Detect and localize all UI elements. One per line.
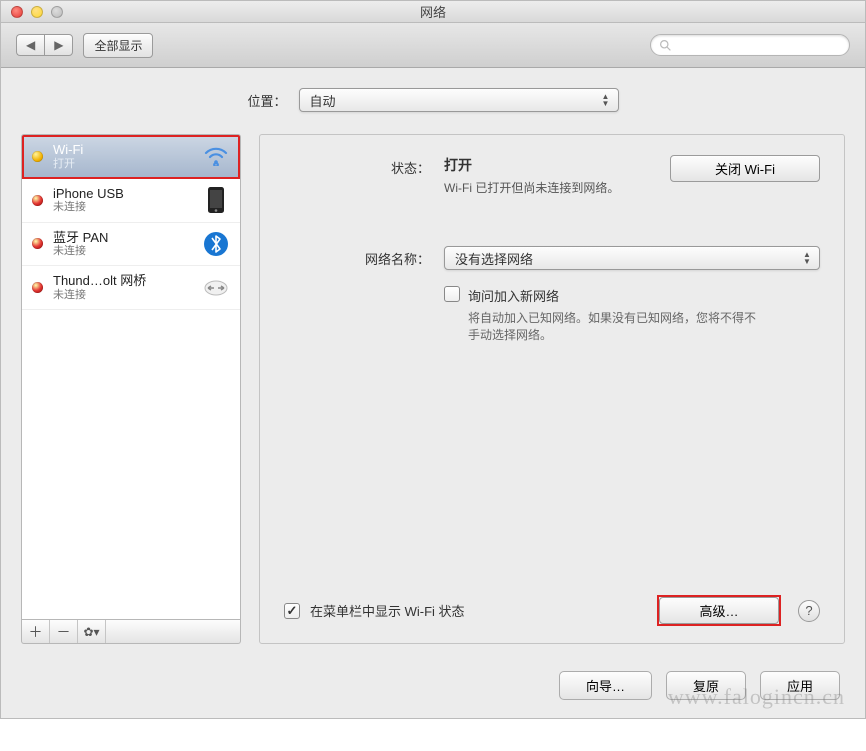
sidebar-item-wifi[interactable]: Wi-Fi 打开 [22, 135, 240, 179]
ask-join-label: 询问加入新网络 [468, 286, 758, 305]
search-input[interactable] [676, 38, 841, 52]
assist-button[interactable]: 向导… [559, 671, 652, 700]
revert-button[interactable]: 复原 [666, 671, 746, 700]
status-label: 状态： [284, 155, 444, 196]
status-value: 打开 [444, 155, 670, 175]
phone-icon [202, 186, 230, 214]
remove-service-button[interactable]: － [50, 620, 78, 643]
show-in-menubar-label: 在菜单栏中显示 Wi-Fi 状态 [310, 601, 465, 620]
show-all-button[interactable]: 全部显示 [83, 33, 153, 58]
location-popup[interactable]: 自动 ▲▼ [299, 88, 619, 112]
sidebar-item-iphone-usb[interactable]: iPhone USB 未连接 [22, 179, 240, 223]
chevron-updown-icon: ▲▼ [799, 249, 815, 267]
help-button[interactable]: ? [798, 600, 820, 622]
network-name-label: 网络名称： [284, 246, 444, 343]
add-service-button[interactable]: ＋ [22, 620, 50, 643]
search-field[interactable] [650, 34, 850, 56]
sidebar-item-thunderbolt-bridge[interactable]: Thund…olt 网桥 未连接 [22, 266, 240, 310]
apply-button[interactable]: 应用 [760, 671, 840, 700]
window-title: 网络 [1, 2, 865, 21]
service-actions-button[interactable]: ✿▾ [78, 620, 106, 643]
sidebar-item-sub: 未连接 [53, 289, 192, 302]
detail-pane: 状态： 打开 Wi-Fi 已打开但尚未连接到网络。 关闭 Wi-Fi 网络 [259, 134, 845, 644]
footer: 向导… 复原 应用 [1, 659, 865, 718]
ask-join-checkbox[interactable] [444, 286, 460, 302]
service-list: Wi-Fi 打开 iPhone USB 未连接 [21, 134, 241, 620]
thunderbolt-bridge-icon [202, 274, 230, 302]
location-label: 位置： [247, 91, 286, 110]
sidebar-item-sub: 未连接 [53, 245, 192, 258]
sidebar-item-label: Thund…olt 网桥 [53, 273, 192, 289]
status-description: Wi-Fi 已打开但尚未连接到网络。 [444, 179, 670, 196]
show-in-menubar-checkbox[interactable] [284, 603, 300, 619]
status-dot-icon [32, 282, 43, 293]
sidebar-item-label: 蓝牙 PAN [53, 230, 192, 246]
sidebar-item-sub: 打开 [53, 158, 192, 171]
status-dot-icon [32, 195, 43, 206]
bluetooth-icon [202, 230, 230, 258]
chevron-updown-icon: ▲▼ [598, 91, 614, 109]
sidebar-action-bar: ＋ － ✿▾ [21, 620, 241, 644]
back-button[interactable]: ◀ [16, 34, 44, 56]
status-dot-icon [32, 151, 43, 162]
advanced-button[interactable]: 高级… [659, 597, 779, 624]
sidebar-item-bluetooth-pan[interactable]: 蓝牙 PAN 未连接 [22, 223, 240, 267]
forward-button[interactable]: ▶ [44, 34, 73, 56]
network-name-popup[interactable]: 没有选择网络 ▲▼ [444, 246, 820, 270]
sidebar-item-label: Wi-Fi [53, 142, 192, 158]
toolbar: ◀ ▶ 全部显示 [1, 23, 865, 68]
wifi-icon [202, 142, 230, 170]
location-value: 自动 [310, 91, 336, 110]
nav-segment: ◀ ▶ [16, 34, 73, 56]
search-icon [659, 39, 672, 52]
status-dot-icon [32, 238, 43, 249]
sidebar-item-sub: 未连接 [53, 201, 192, 214]
sidebar-item-label: iPhone USB [53, 186, 192, 202]
ask-join-description: 将自动加入已知网络。如果没有已知网络，您将不得不手动选择网络。 [468, 309, 758, 343]
turn-wifi-off-button[interactable]: 关闭 Wi-Fi [670, 155, 820, 182]
network-name-value: 没有选择网络 [455, 249, 533, 268]
titlebar: 网络 [1, 1, 865, 23]
